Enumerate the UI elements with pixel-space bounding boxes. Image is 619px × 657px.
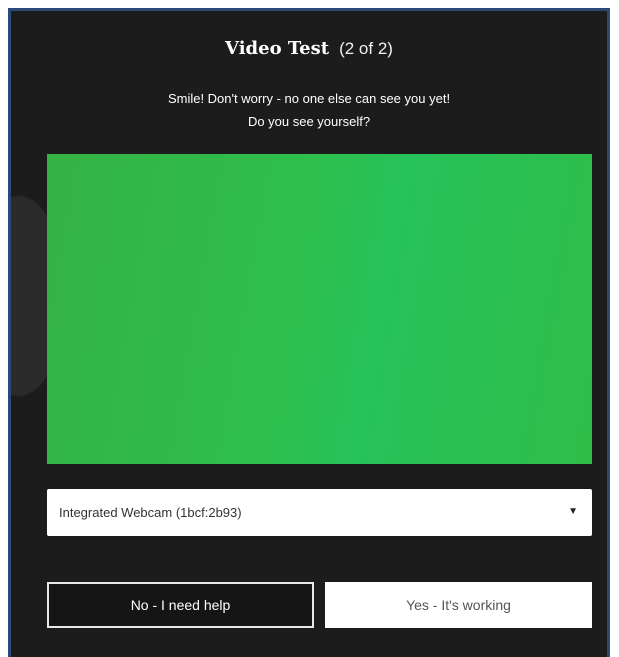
video-test-dialog: Video Test (2 of 2) Smile! Don't worry - … — [8, 8, 610, 657]
subtitle-line-1: Smile! Don't worry - no one else can see… — [167, 91, 451, 106]
no-help-button[interactable]: No - I need help — [47, 582, 314, 628]
yes-working-button[interactable]: Yes - It's working — [325, 582, 592, 628]
chevron-down-icon[interactable]: ▼ — [568, 506, 578, 517]
screen-frame: Video Test (2 of 2) Smile! Don't worry - … — [0, 0, 619, 657]
video-preview — [47, 154, 592, 464]
camera-select-value: Integrated Webcam (1bcf:2b93) — [59, 505, 242, 520]
dialog-header: Video Test (2 of 2) — [11, 38, 607, 59]
camera-select[interactable]: Integrated Webcam (1bcf:2b93) ▼ — [47, 489, 592, 536]
step-indicator: (2 of 2) — [339, 39, 393, 58]
subtitle-line-2: Do you see yourself? — [247, 114, 371, 129]
dialog-title: Video Test — [225, 38, 330, 59]
